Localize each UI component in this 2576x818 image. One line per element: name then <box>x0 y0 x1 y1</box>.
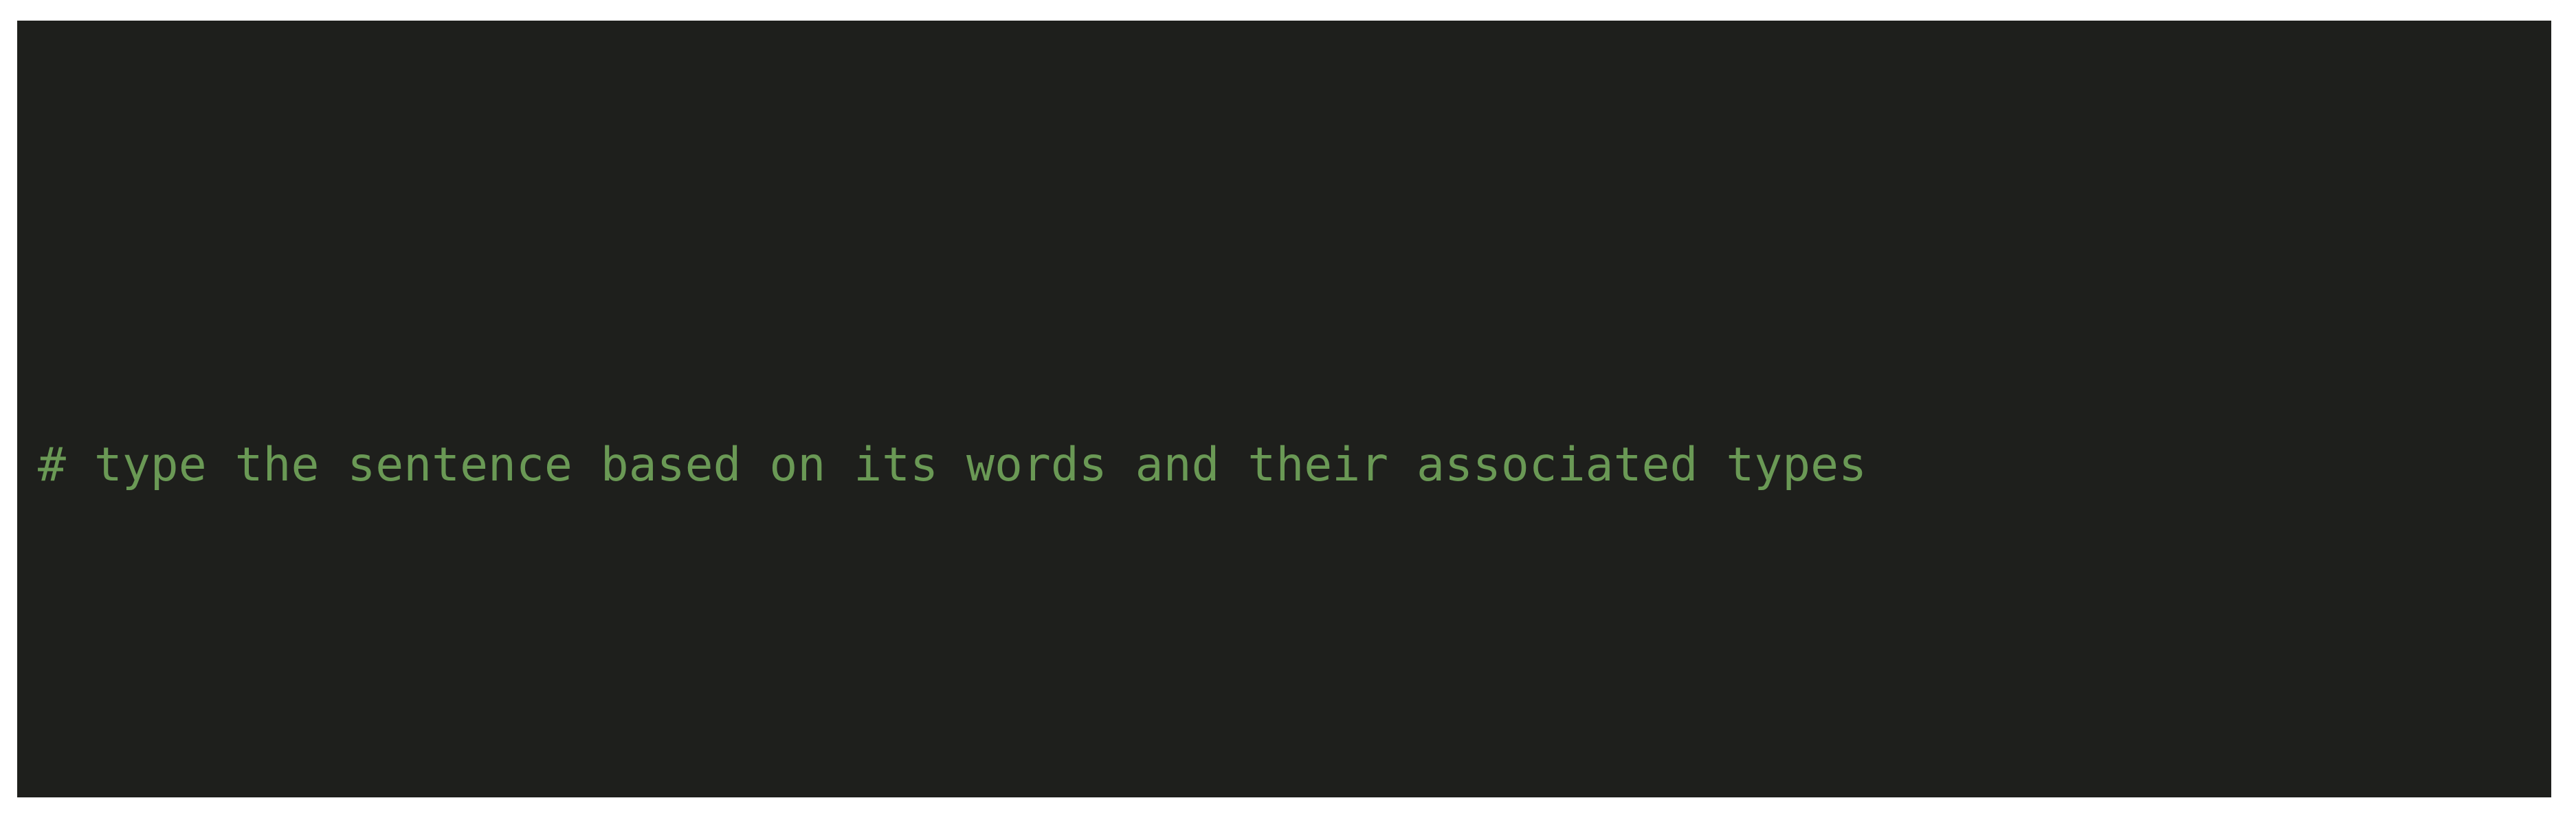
code-line-1[interactable]: # type the sentence based on its words a… <box>17 418 2551 513</box>
code-lines: # type the sentence based on its words a… <box>17 21 2551 797</box>
comment-token: # type the sentence based on its words a… <box>38 438 1867 492</box>
code-block[interactable]: # type the sentence based on its words a… <box>17 21 2551 797</box>
